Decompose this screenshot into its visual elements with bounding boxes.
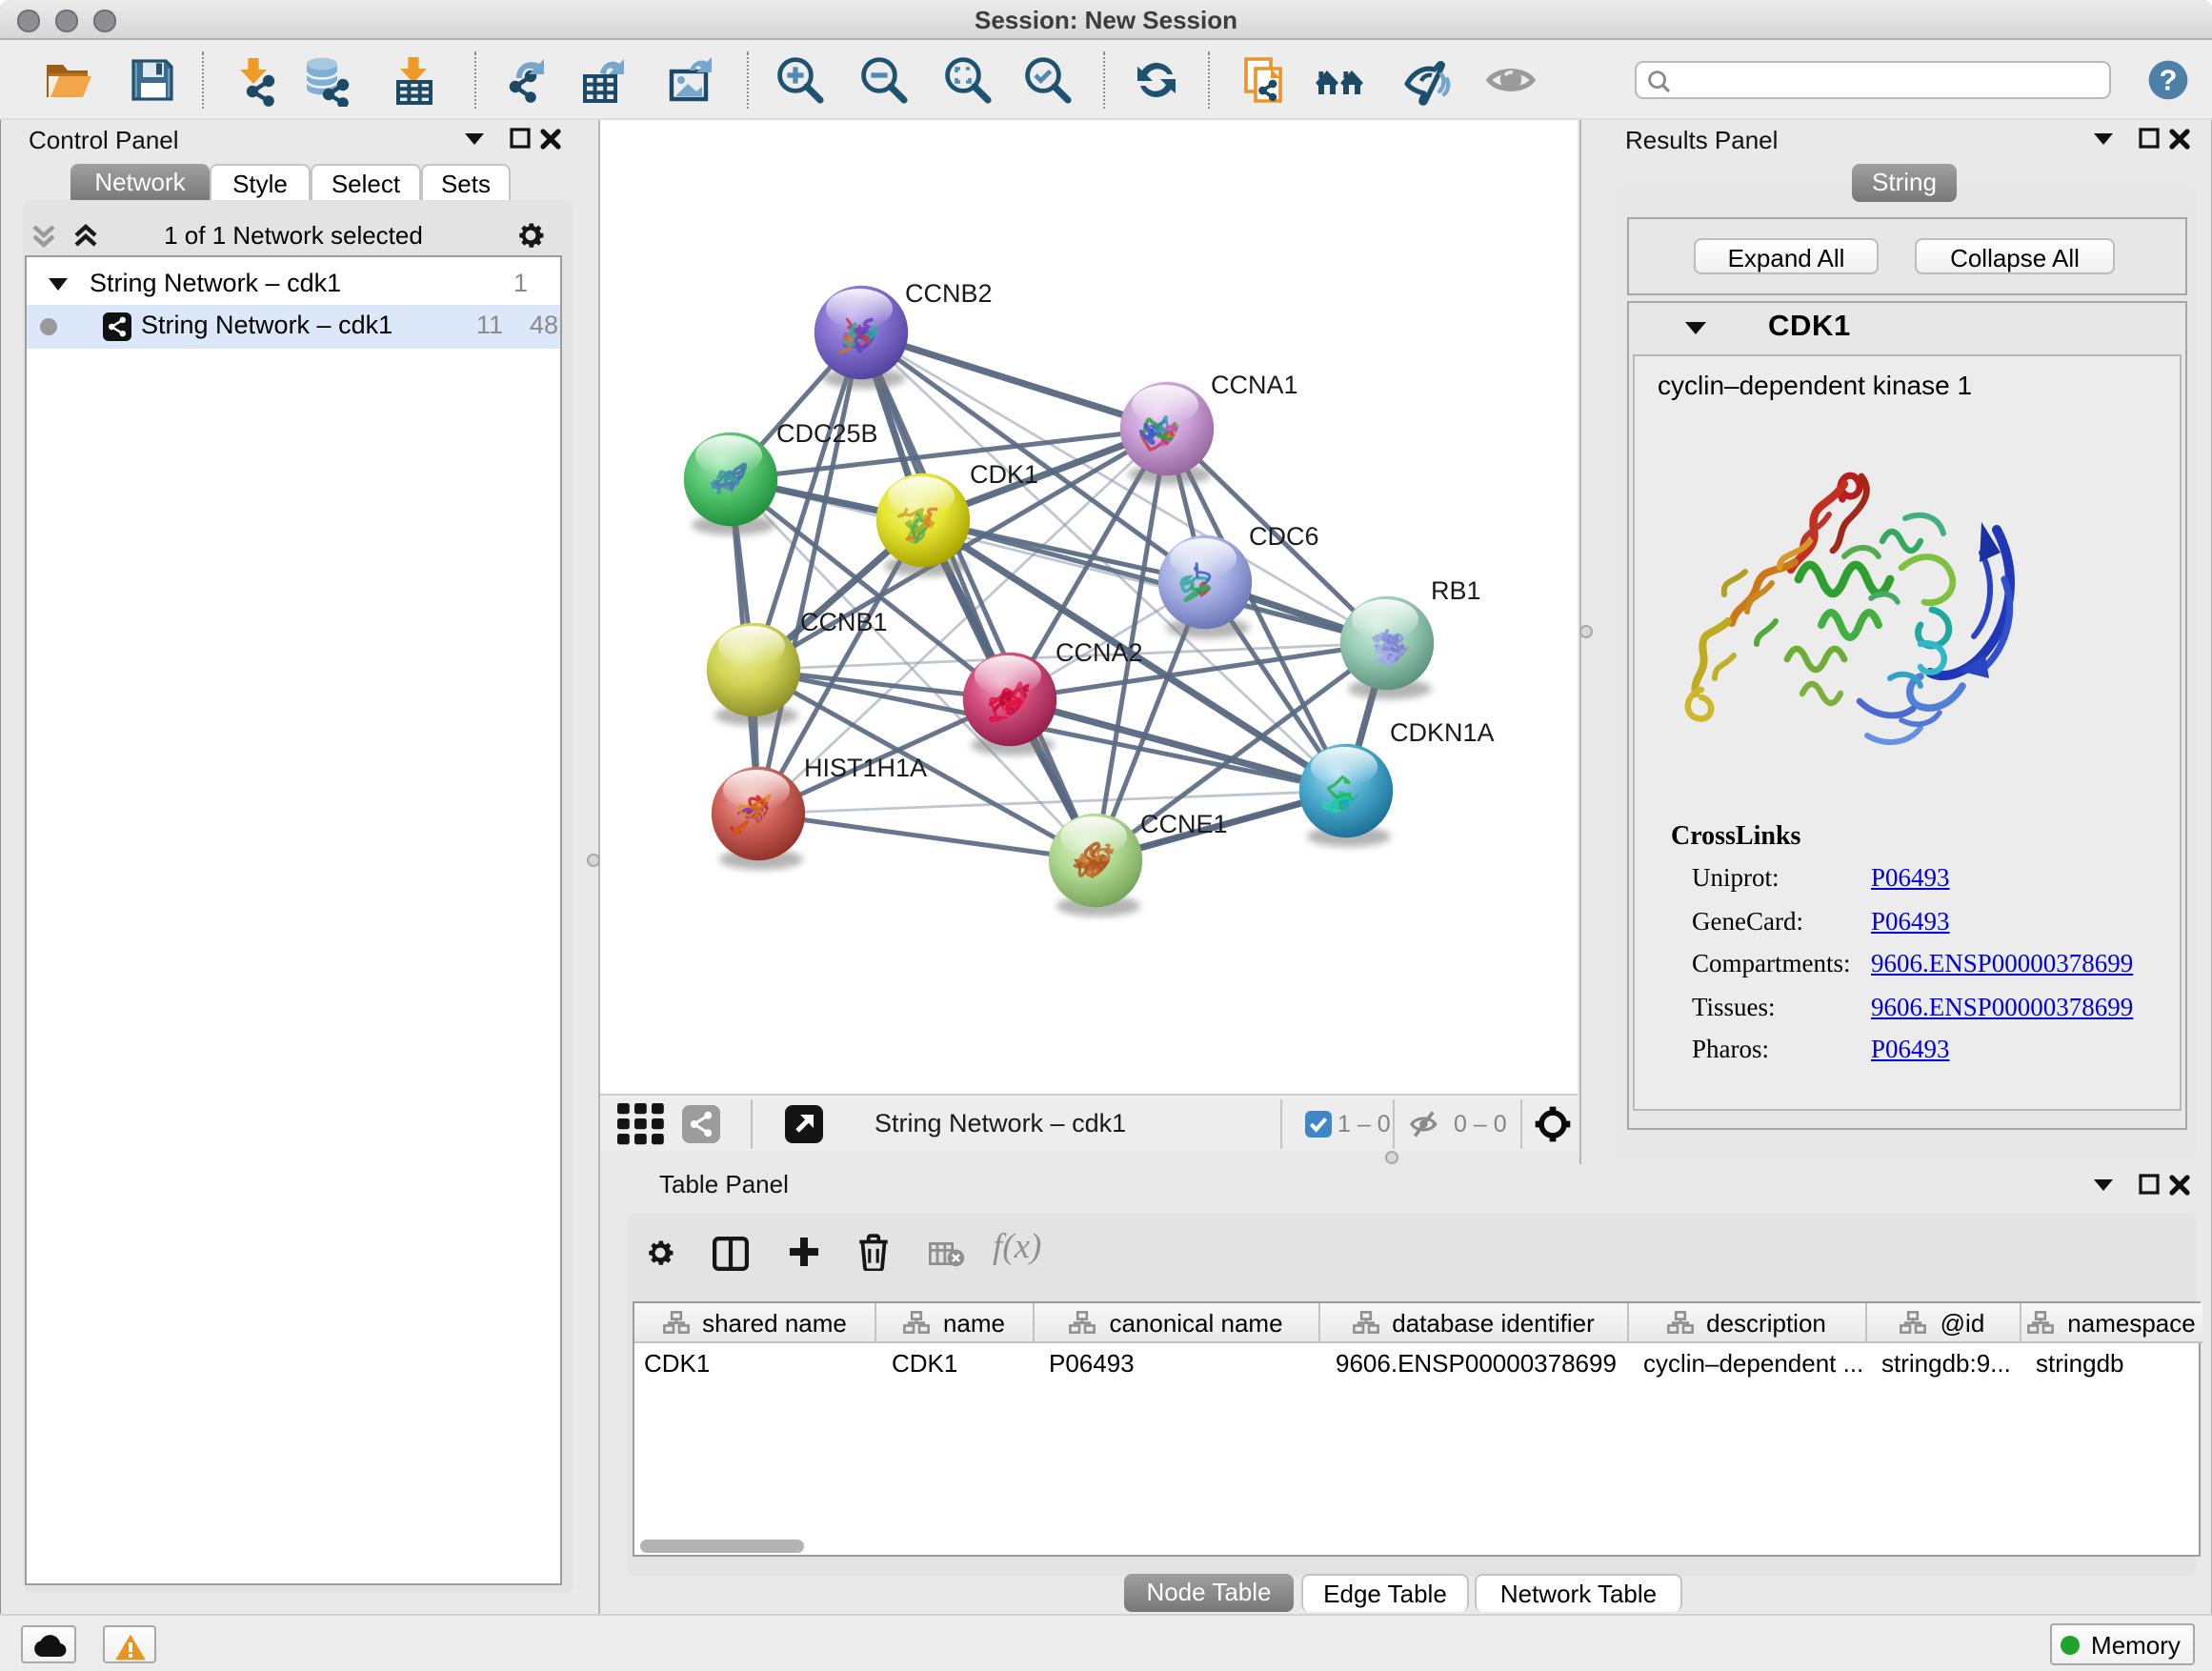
svg-text:RB1: RB1 (1431, 576, 1481, 605)
svg-text:HIST1H1A: HIST1H1A (804, 754, 927, 782)
svg-text:CCNB2: CCNB2 (905, 279, 993, 308)
svg-text:CDKN1A: CDKN1A (1390, 718, 1495, 747)
svg-text:?: ? (2160, 63, 2178, 96)
svg-text:CCNA2: CCNA2 (1056, 638, 1143, 667)
svg-text:CCNE1: CCNE1 (1140, 810, 1228, 838)
svg-text:CCNB1: CCNB1 (800, 608, 888, 636)
svg-text:CCNA1: CCNA1 (1211, 371, 1298, 399)
svg-text:CDC6: CDC6 (1249, 522, 1319, 551)
svg-text:CDC25B: CDC25B (776, 419, 878, 448)
svg-text:CDK1: CDK1 (970, 460, 1038, 489)
